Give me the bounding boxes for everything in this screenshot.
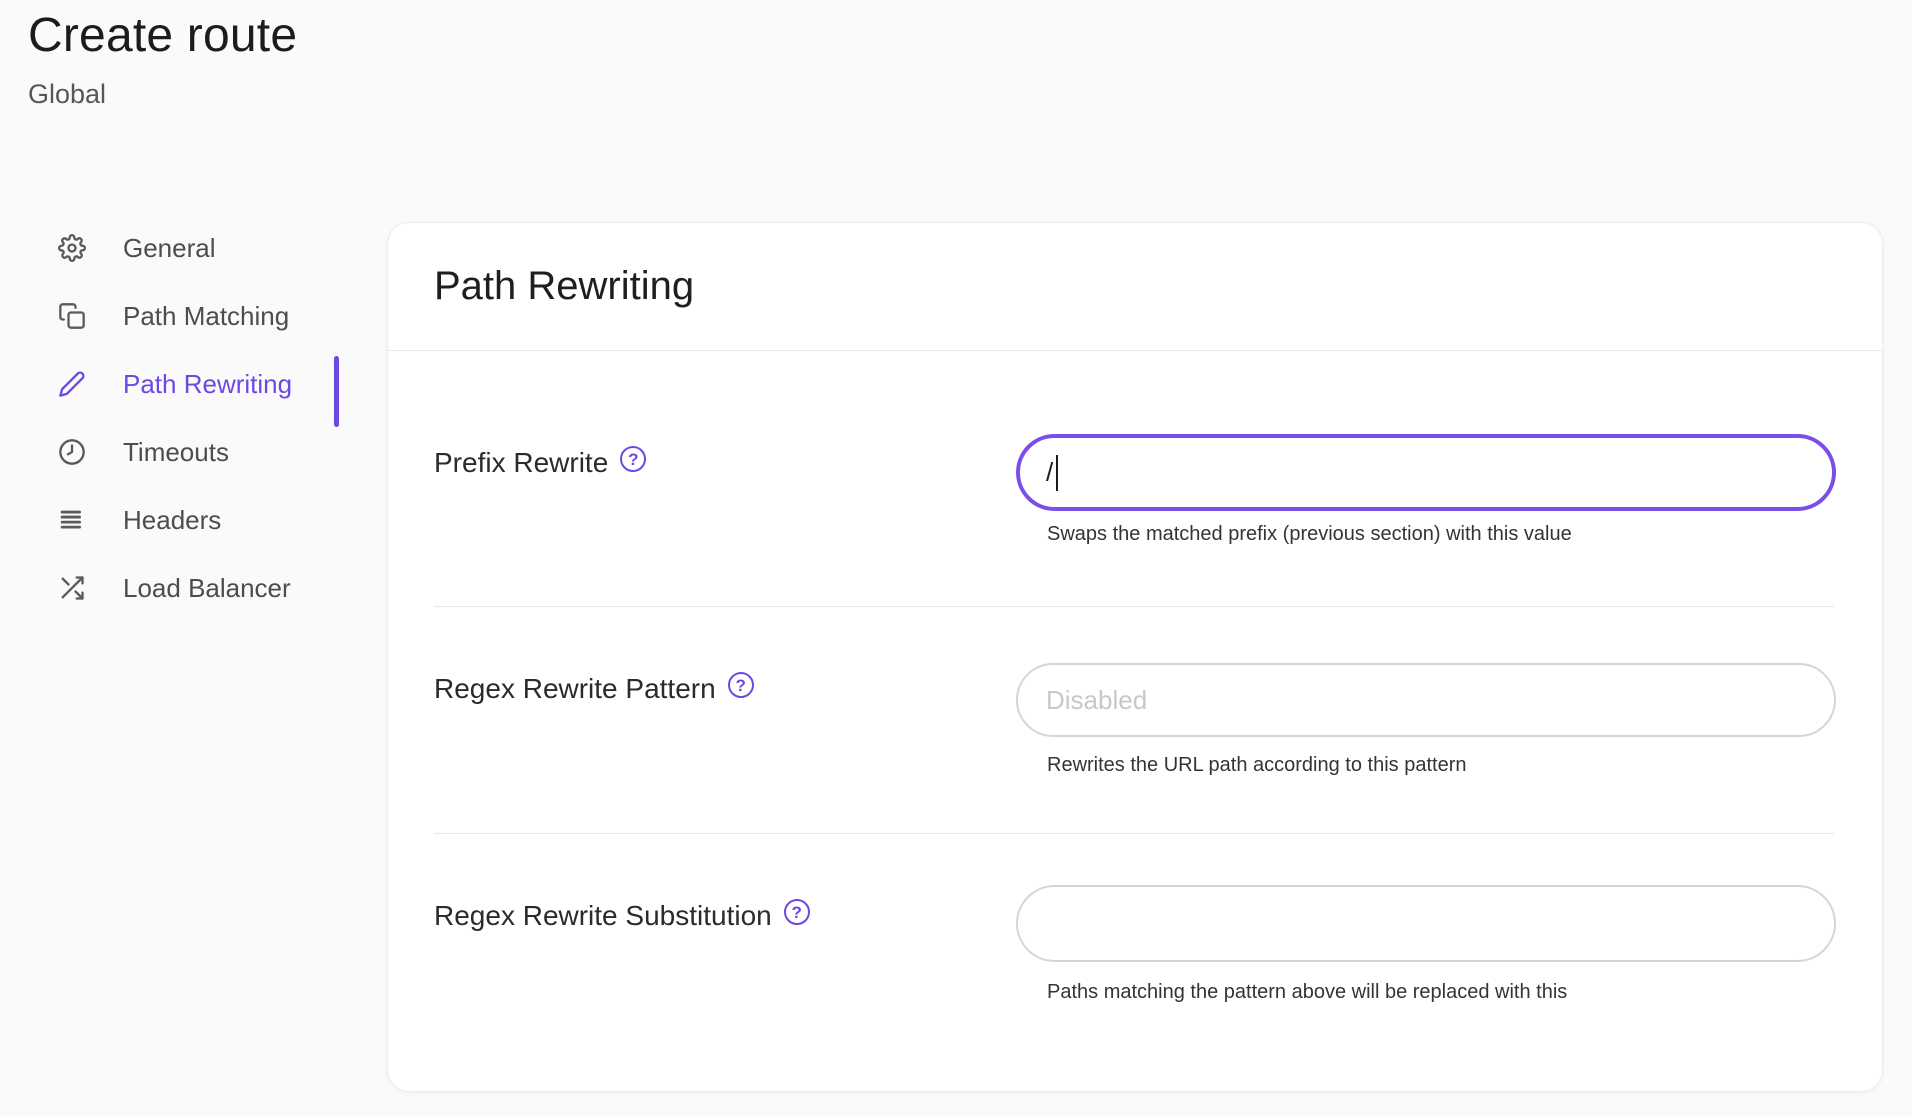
panel-header: Path Rewriting — [388, 223, 1882, 351]
help-icon[interactable]: ? — [728, 672, 754, 698]
prefix-rewrite-hint: Swaps the matched prefix (previous secti… — [1047, 523, 1572, 546]
page-title: Create route — [28, 8, 297, 63]
prefix-rewrite-row: Prefix Rewrite? Swaps the matched prefix… — [388, 351, 1882, 607]
sidebar-item-path-rewriting[interactable]: Path Rewriting — [58, 350, 338, 418]
sidebar-item-label: Load Balancer — [123, 573, 291, 604]
sidebar-item-label: General — [123, 233, 216, 264]
panel-title: Path Rewriting — [434, 264, 694, 309]
regex-rewrite-substitution-input[interactable] — [1016, 885, 1836, 962]
regex-rewrite-substitution-label: Regex Rewrite Substitution? — [434, 900, 810, 932]
sidebar-item-timeouts[interactable]: Timeouts — [58, 418, 338, 486]
prefix-rewrite-input[interactable] — [1016, 434, 1836, 511]
sidebar-item-label: Path Matching — [123, 301, 289, 332]
clock-icon — [58, 438, 86, 466]
regex-rewrite-pattern-row: Regex Rewrite Pattern? Rewrites the URL … — [388, 607, 1882, 834]
sidebar-item-general[interactable]: General — [58, 214, 338, 282]
active-section-indicator — [334, 356, 339, 427]
page-header: Create route Global — [28, 8, 297, 110]
sidebar-item-label: Timeouts — [123, 437, 229, 468]
path-rewriting-panel: Path Rewriting Prefix Rewrite? Swaps the… — [387, 222, 1883, 1092]
field-label-text: Regex Rewrite Pattern — [434, 673, 716, 704]
lines-icon — [58, 506, 86, 534]
help-icon[interactable]: ? — [620, 446, 646, 472]
pencil-icon — [58, 370, 86, 398]
sidebar-item-headers[interactable]: Headers — [58, 486, 338, 554]
regex-rewrite-pattern-input — [1016, 663, 1836, 737]
shuffle-icon — [58, 574, 86, 602]
regex-rewrite-substitution-hint: Paths matching the pattern above will be… — [1047, 981, 1567, 1004]
help-icon[interactable]: ? — [784, 899, 810, 925]
sidebar-item-path-matching[interactable]: Path Matching — [58, 282, 338, 350]
section-nav-sidebar: General Path Matching Path Rewriting Timeou… — [58, 214, 338, 622]
copy-icon — [58, 302, 86, 330]
field-label-text: Prefix Rewrite — [434, 447, 608, 478]
sidebar-item-label: Headers — [123, 505, 221, 536]
field-label-text: Regex Rewrite Substitution — [434, 900, 772, 931]
regex-rewrite-pattern-label: Regex Rewrite Pattern? — [434, 673, 754, 705]
text-cursor — [1056, 455, 1058, 491]
sidebar-item-label: Path Rewriting — [123, 369, 292, 400]
prefix-rewrite-label: Prefix Rewrite? — [434, 447, 646, 479]
page-subtitle: Global — [28, 79, 297, 110]
gear-icon — [58, 234, 86, 262]
sidebar-item-load-balancer[interactable]: Load Balancer — [58, 554, 338, 622]
regex-rewrite-substitution-row: Regex Rewrite Substitution? Paths matchi… — [388, 834, 1882, 1093]
regex-rewrite-pattern-hint: Rewrites the URL path according to this … — [1047, 754, 1466, 777]
